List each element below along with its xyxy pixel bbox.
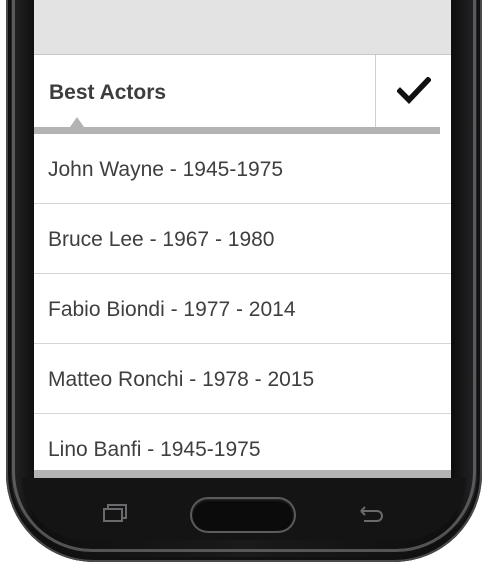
list-item[interactable]: Bruce Lee - 1967 - 1980: [34, 204, 451, 274]
screen: Best Actors John Wayne - 1945-1975 Bruce…: [34, 0, 451, 478]
actor-list: John Wayne - 1945-1975 Bruce Lee - 1967 …: [34, 134, 451, 478]
checkmark-icon: [396, 77, 431, 104]
phone-frame: Best Actors John Wayne - 1945-1975 Bruce…: [0, 0, 488, 569]
bottom-bar: [34, 470, 451, 478]
recent-apps-icon[interactable]: [101, 503, 129, 523]
list-header: Best Actors: [34, 55, 451, 127]
top-bar-area: [34, 0, 451, 55]
home-button[interactable]: [192, 499, 294, 531]
confirm-button[interactable]: [376, 55, 451, 127]
list-item-label: Matteo Ronchi - 1978 - 2015: [48, 368, 315, 391]
header-underline: [34, 127, 440, 134]
list-item[interactable]: Lino Banfi - 1945-1975: [34, 414, 451, 478]
list-item[interactable]: John Wayne - 1945-1975: [34, 134, 451, 204]
list-item-label: Lino Banfi - 1945-1975: [48, 438, 261, 461]
list-item-label: John Wayne - 1945-1975: [48, 158, 284, 181]
header-pointer: [70, 117, 84, 127]
back-icon[interactable]: [355, 502, 385, 524]
list-item-label: Bruce Lee - 1967 - 1980: [48, 228, 275, 251]
list-item[interactable]: Fabio Biondi - 1977 - 2014: [34, 274, 451, 344]
list-item[interactable]: Matteo Ronchi - 1978 - 2015: [34, 344, 451, 414]
list-item-label: Fabio Biondi - 1977 - 2014: [48, 298, 296, 321]
header-title: Best Actors: [49, 81, 167, 104]
